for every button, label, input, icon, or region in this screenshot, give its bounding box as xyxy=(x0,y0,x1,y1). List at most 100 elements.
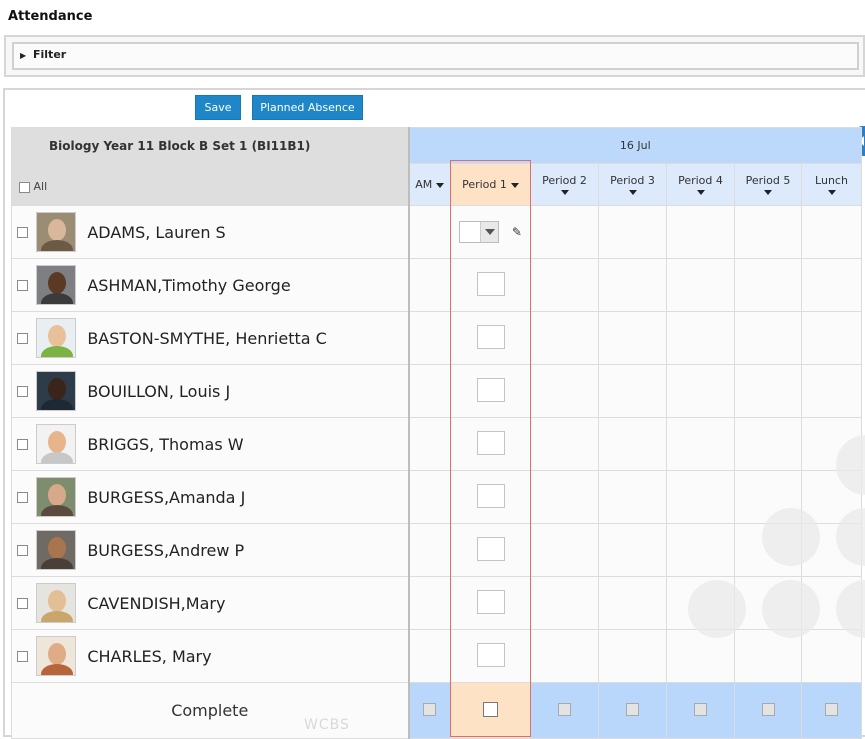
dropdown-caret-icon xyxy=(764,190,772,195)
dropdown-caret-icon xyxy=(628,190,637,195)
student-name: BOUILLON, Louis J xyxy=(87,381,231,401)
filter-panel: ▶ Filter xyxy=(4,35,865,77)
student-photo xyxy=(35,371,76,411)
student-photo xyxy=(35,530,76,570)
date-header: 16 Jul xyxy=(408,127,862,164)
complete-checkbox-am[interactable] xyxy=(423,702,437,716)
attendance-mark-box[interactable] xyxy=(476,271,505,296)
period-label: Period 1 xyxy=(462,178,507,191)
planned-absence-button[interactable]: Planned Absence xyxy=(252,95,363,120)
attendance-mark-box[interactable] xyxy=(476,324,505,349)
student-checkbox[interactable] xyxy=(17,651,29,662)
attendance-mark-box[interactable] xyxy=(476,483,505,508)
period-header-period-2[interactable]: Period 2 xyxy=(530,163,599,206)
attendance-grid: Biology Year 11 Block B Set 1 (BI11B1) A… xyxy=(11,127,862,739)
student-name: ASHMAN,Timothy George xyxy=(87,275,291,295)
page-title: Attendance xyxy=(8,9,93,24)
complete-row: Complete xyxy=(11,682,862,739)
period-header-period-5[interactable]: Period 5 xyxy=(734,163,802,206)
complete-checkbox-period-2[interactable] xyxy=(558,702,571,716)
complete-checkbox-period-5[interactable] xyxy=(761,702,775,716)
attendance-cell-period-1 xyxy=(450,523,531,577)
attendance-mark-box[interactable] xyxy=(476,430,505,455)
student-name: BURGESS,Amanda J xyxy=(87,487,246,507)
dropdown-caret-icon xyxy=(560,190,569,195)
pencil-icon[interactable]: ✎ xyxy=(512,225,522,239)
student-row: ADAMS, Lauren S ✎ xyxy=(11,205,862,259)
student-checkbox[interactable] xyxy=(17,545,29,556)
dropdown-arrow-icon xyxy=(480,222,499,242)
period-header-am[interactable]: AM xyxy=(408,163,451,206)
dropdown-caret-icon xyxy=(696,190,705,195)
period-header-period-1[interactable]: Period 1 xyxy=(450,163,531,206)
dropdown-caret-icon xyxy=(510,182,519,188)
attendance-cell-period-1: ✎ xyxy=(450,205,531,259)
student-name: CHARLES, Mary xyxy=(87,646,212,666)
student-row: ASHMAN,Timothy George xyxy=(11,258,862,312)
class-header: Biology Year 11 Block B Set 1 (BI11B1) A… xyxy=(11,127,410,206)
student-name: BASTON-SMYTHE, Henrietta C xyxy=(87,328,327,348)
select-all-checkbox[interactable] xyxy=(19,181,30,193)
complete-checkbox-lunch[interactable] xyxy=(825,702,838,716)
period-label: AM xyxy=(415,178,433,191)
student-checkbox[interactable] xyxy=(17,439,29,450)
student-checkbox[interactable] xyxy=(17,598,29,609)
wcbs-watermark: WCBS xyxy=(304,717,350,733)
period-header-period-4[interactable]: Period 4 xyxy=(666,163,735,206)
period-label: Period 4 xyxy=(678,174,723,187)
period-header-period-3[interactable]: Period 3 xyxy=(598,163,667,206)
student-row: BURGESS,Andrew P xyxy=(11,523,862,577)
attendance-cell-period-1 xyxy=(450,311,531,365)
student-photo xyxy=(35,583,76,623)
complete-checkbox-period-3[interactable] xyxy=(626,702,639,716)
student-row: CHARLES, Mary xyxy=(11,629,862,683)
select-all[interactable]: All xyxy=(19,180,47,193)
period-label: Period 3 xyxy=(610,174,655,187)
period-label: Lunch xyxy=(815,174,848,187)
filter-toggle[interactable]: ▶ Filter xyxy=(12,42,859,70)
attendance-mark-dropdown[interactable] xyxy=(459,221,500,243)
student-photo xyxy=(35,636,76,676)
attendance-mark-box[interactable] xyxy=(476,642,505,667)
attendance-cell-period-1 xyxy=(450,470,531,524)
filter-label: Filter xyxy=(33,48,67,61)
attendance-cell-period-1 xyxy=(450,417,531,471)
complete-checkbox-period-4[interactable] xyxy=(694,702,707,716)
expand-triangle-icon: ▶ xyxy=(20,51,27,60)
attendance-mark-box[interactable] xyxy=(476,536,505,561)
student-name: ADAMS, Lauren S xyxy=(87,222,226,242)
class-title: Biology Year 11 Block B Set 1 (BI11B1) xyxy=(49,139,311,153)
student-name: CAVENDISH,Mary xyxy=(87,593,226,613)
student-photo xyxy=(35,212,76,252)
dropdown-caret-icon xyxy=(827,190,836,195)
attendance-mark-box[interactable] xyxy=(476,589,505,614)
student-name: BURGESS,Andrew P xyxy=(87,540,245,560)
period-header-lunch[interactable]: Lunch xyxy=(801,163,862,206)
dropdown-caret-icon xyxy=(436,182,445,188)
attendance-cell-am xyxy=(408,205,451,259)
period-label: Period 5 xyxy=(745,174,791,187)
attendance-mark-box[interactable] xyxy=(476,377,505,402)
complete-checkbox-period-1[interactable] xyxy=(483,701,498,717)
attendance-cell-period-1 xyxy=(450,576,531,630)
select-all-label: All xyxy=(33,180,48,193)
student-row: BOUILLON, Louis J xyxy=(11,364,862,418)
student-checkbox[interactable] xyxy=(17,386,29,397)
student-row: BRIGGS, Thomas W xyxy=(11,417,862,471)
student-checkbox[interactable] xyxy=(17,333,29,344)
period-label: Period 2 xyxy=(542,174,587,187)
student-checkbox[interactable] xyxy=(17,227,29,238)
attendance-cell-period-1 xyxy=(450,364,531,418)
student-row: CAVENDISH,Mary xyxy=(11,576,862,630)
student-checkbox[interactable] xyxy=(17,492,29,503)
student-checkbox[interactable] xyxy=(17,280,29,291)
student-name: BRIGGS, Thomas W xyxy=(87,434,244,454)
save-button[interactable]: Save xyxy=(195,95,241,120)
attendance-cell-period-1 xyxy=(450,629,531,683)
student-photo xyxy=(35,424,76,464)
student-photo xyxy=(35,318,76,358)
student-photo xyxy=(35,265,76,305)
student-photo xyxy=(35,477,76,517)
student-row: BASTON-SMYTHE, Henrietta C xyxy=(11,311,862,365)
student-row: BURGESS,Amanda J xyxy=(11,470,862,524)
